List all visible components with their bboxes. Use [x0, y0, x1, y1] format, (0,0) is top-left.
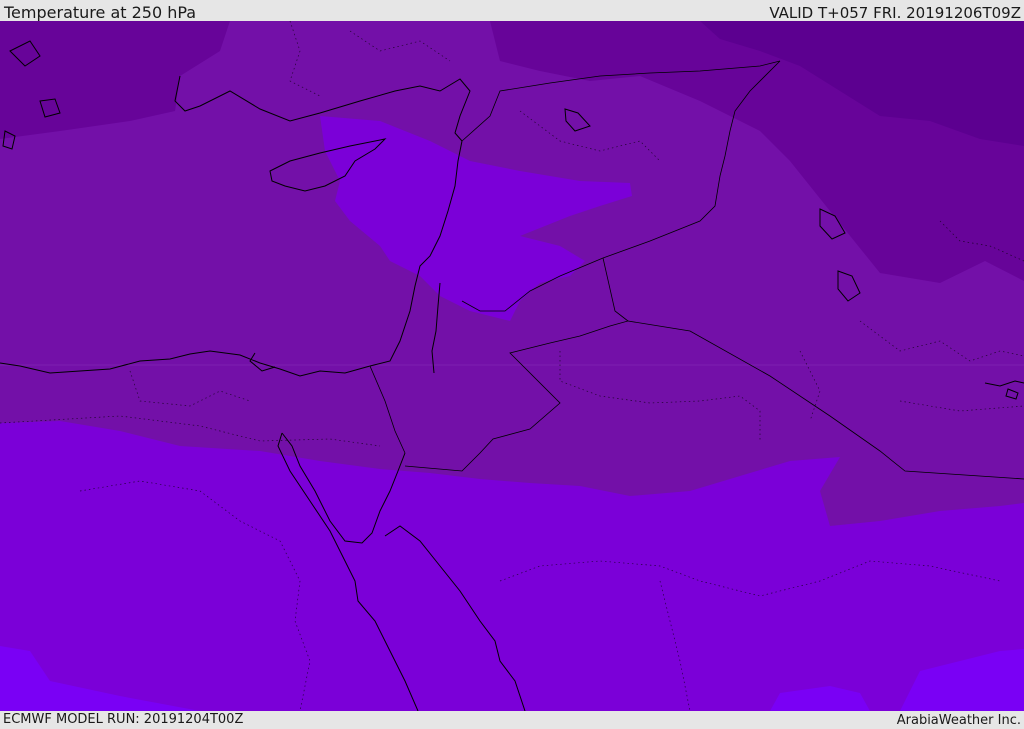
footer-bar: ECMWF MODEL RUN: 20191204T00Z ArabiaWeat… [0, 711, 1024, 729]
map-title: Temperature at 250 hPa [4, 3, 197, 22]
header-bar: Temperature at 250 hPa VALID T+057 FRI. … [0, 0, 1024, 22]
valid-time: VALID T+057 FRI. 20191206T09Z [769, 4, 1021, 22]
weather-map [0, 21, 1024, 711]
credit: ArabiaWeather Inc. [896, 713, 1021, 728]
model-run: ECMWF MODEL RUN: 20191204T00Z [3, 712, 244, 727]
temperature-map-svg [0, 21, 1024, 711]
